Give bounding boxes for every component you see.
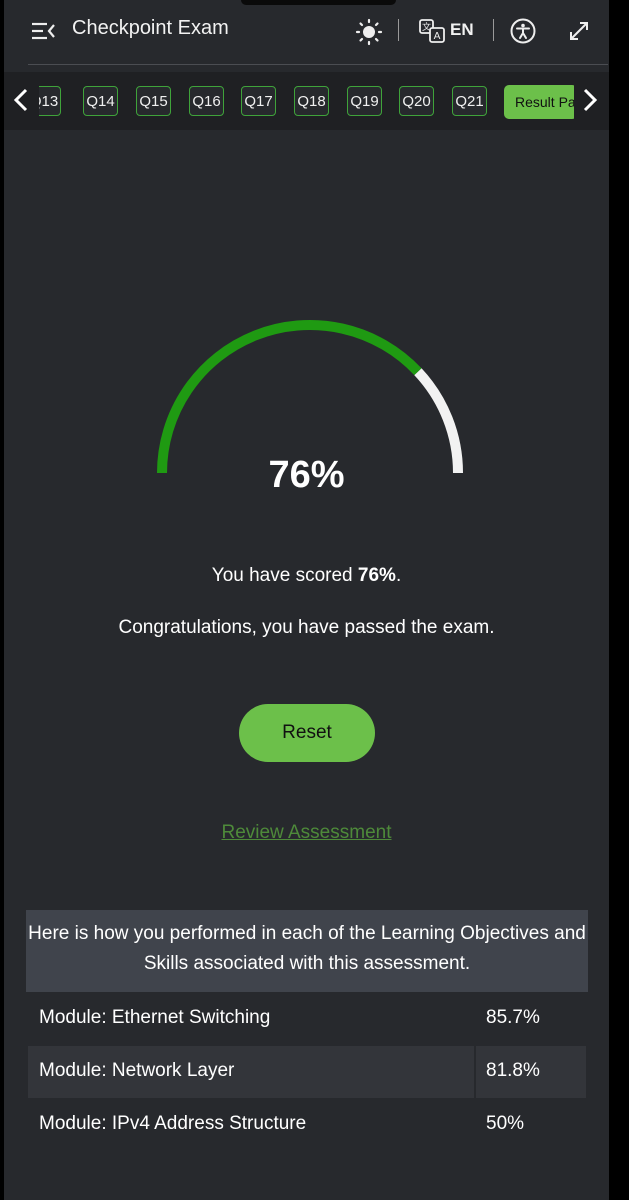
module-percent: 85.7% — [486, 1007, 540, 1028]
score-summary: You have scored 76%. — [4, 565, 609, 587]
score-summary-suffix: . — [395, 565, 402, 586]
module-percent: 81.8% — [486, 1060, 540, 1081]
table-row: Module: Network Layer 81.8% — [28, 1046, 586, 1098]
expand-icon[interactable] — [567, 19, 591, 43]
gauge-filled-arc — [157, 320, 422, 474]
question-button-q20[interactable]: Q20 — [399, 86, 434, 116]
performance-intro: Here is how you performed in each of the… — [26, 910, 588, 992]
chevron-left-icon[interactable] — [8, 85, 34, 115]
question-button-q21[interactable]: Q21 — [452, 86, 487, 116]
language-selector[interactable]: EN — [450, 20, 474, 40]
header-divider — [493, 19, 494, 41]
result-page-button[interactable]: Result Page — [504, 85, 574, 119]
question-button-q18[interactable]: Q18 — [294, 86, 329, 116]
module-name: Module: Ethernet Switching — [39, 1007, 271, 1028]
column-divider — [474, 1046, 476, 1098]
table-row: Module: Ethernet Switching 85.7% — [28, 993, 586, 1045]
score-summary-value: 76% — [357, 565, 396, 586]
app-title: Checkpoint Exam — [72, 17, 229, 39]
reset-button[interactable]: Reset — [239, 704, 375, 762]
question-button-q16[interactable]: Q16 — [189, 86, 224, 116]
question-button-q19[interactable]: Q19 — [347, 86, 382, 116]
question-button-q15[interactable]: Q15 — [136, 86, 171, 116]
module-percent: 50% — [486, 1113, 525, 1134]
pass-message: Congratulations, you have passed the exa… — [118, 617, 495, 638]
review-assessment-link[interactable]: Review Assessment — [4, 822, 609, 844]
table-row: Module: IPv4 Address Structure 50% — [28, 1099, 586, 1151]
score-summary-prefix: You have scored — [211, 565, 358, 586]
module-name: Module: IPv4 Address Structure — [39, 1113, 307, 1134]
module-name: Module: Network Layer — [39, 1060, 235, 1081]
app-frame: Checkpoint Exam 文 A EN 13 Q14 Q15 Q16 Q1… — [4, 0, 609, 1200]
svg-text:A: A — [434, 31, 441, 42]
question-button-q17[interactable]: Q17 — [241, 86, 276, 116]
translate-icon[interactable]: 文 A — [418, 17, 446, 45]
question-button-q14[interactable]: Q14 — [83, 86, 118, 116]
accessibility-icon[interactable] — [510, 18, 536, 44]
theme-sun-icon[interactable] — [355, 18, 383, 46]
header-divider-line — [28, 64, 608, 65]
question-nav: Q13 Q14 Q15 Q16 Q17 Q18 Q19 Q20 Q21 Resu… — [4, 72, 609, 130]
score-percent: 76% — [268, 454, 345, 496]
header-divider — [398, 19, 399, 41]
chevron-right-icon[interactable] — [577, 85, 603, 115]
question-button-q13[interactable]: Q13 — [39, 86, 61, 116]
app-header: Checkpoint Exam 文 A EN — [4, 0, 609, 62]
menu-collapse-icon[interactable] — [30, 20, 56, 42]
question-strip: Q13 Q14 Q15 Q16 Q17 Q18 Q19 Q20 Q21 Resu… — [39, 85, 574, 121]
